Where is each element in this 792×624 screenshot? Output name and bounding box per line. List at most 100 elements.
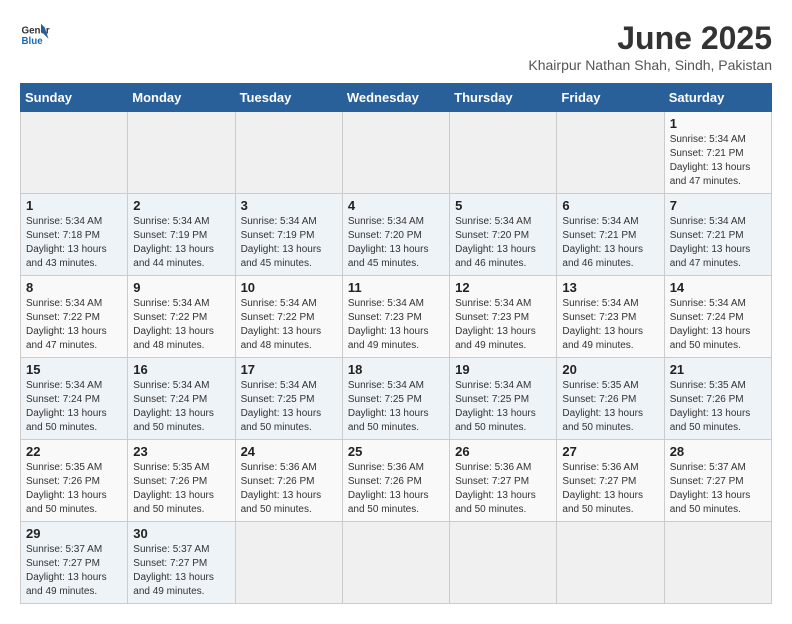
day-number: 18 (348, 362, 444, 377)
day-info: Sunrise: 5:35 AMSunset: 7:26 PMDaylight:… (670, 380, 751, 433)
col-header-sunday: Sunday (21, 84, 128, 112)
header-row: SundayMondayTuesdayWednesdayThursdayFrid… (21, 84, 772, 112)
title-area: June 2025 Khairpur Nathan Shah, Sindh, P… (528, 20, 772, 73)
day-info: Sunrise: 5:34 AMSunset: 7:20 PMDaylight:… (348, 216, 429, 269)
day-number: 30 (133, 526, 229, 541)
day-number: 9 (133, 280, 229, 295)
day-cell: 6 Sunrise: 5:34 AMSunset: 7:21 PMDaylight… (557, 194, 664, 276)
logo: General Blue (20, 20, 52, 50)
day-cell (342, 522, 449, 604)
day-info: Sunrise: 5:34 AMSunset: 7:23 PMDaylight:… (348, 298, 429, 351)
week-row-1: 1 Sunrise: 5:34 AMSunset: 7:18 PMDaylight… (21, 194, 772, 276)
day-cell: 1 Sunrise: 5:34 AMSunset: 7:18 PMDaylight… (21, 194, 128, 276)
day-number: 15 (26, 362, 122, 377)
day-info: Sunrise: 5:36 AMSunset: 7:26 PMDaylight:… (348, 462, 429, 515)
day-cell (557, 112, 664, 194)
day-number: 24 (241, 444, 337, 459)
day-info: Sunrise: 5:35 AMSunset: 7:26 PMDaylight:… (26, 462, 107, 515)
day-cell (664, 522, 771, 604)
day-info: Sunrise: 5:36 AMSunset: 7:27 PMDaylight:… (455, 462, 536, 515)
day-info: Sunrise: 5:34 AMSunset: 7:24 PMDaylight:… (670, 298, 751, 351)
col-header-saturday: Saturday (664, 84, 771, 112)
day-cell: 15 Sunrise: 5:34 AMSunset: 7:24 PMDayligh… (21, 358, 128, 440)
day-number: 17 (241, 362, 337, 377)
day-cell: 26 Sunrise: 5:36 AMSunset: 7:27 PMDayligh… (450, 440, 557, 522)
day-number: 13 (562, 280, 658, 295)
day-info: Sunrise: 5:34 AMSunset: 7:19 PMDaylight:… (133, 216, 214, 269)
day-number: 27 (562, 444, 658, 459)
day-cell: 25 Sunrise: 5:36 AMSunset: 7:26 PMDayligh… (342, 440, 449, 522)
day-number: 22 (26, 444, 122, 459)
day-info: Sunrise: 5:34 AMSunset: 7:24 PMDaylight:… (133, 380, 214, 433)
day-info: Sunrise: 5:34 AMSunset: 7:21 PMDaylight:… (562, 216, 643, 269)
day-cell: 16 Sunrise: 5:34 AMSunset: 7:24 PMDayligh… (128, 358, 235, 440)
day-info: Sunrise: 5:34 AMSunset: 7:21 PMDaylight:… (670, 134, 751, 187)
day-number: 6 (562, 198, 658, 213)
day-info: Sunrise: 5:35 AMSunset: 7:26 PMDaylight:… (562, 380, 643, 433)
week-row-5: 29 Sunrise: 5:37 AMSunset: 7:27 PMDayligh… (21, 522, 772, 604)
day-cell (235, 112, 342, 194)
day-cell (21, 112, 128, 194)
day-cell: 7Sunrise: 5:34 AMSunset: 7:21 PMDaylight… (664, 194, 771, 276)
day-info: Sunrise: 5:37 AMSunset: 7:27 PMDaylight:… (133, 544, 214, 597)
day-info: Sunrise: 5:34 AMSunset: 7:25 PMDaylight:… (455, 380, 536, 433)
day-number: 2 (133, 198, 229, 213)
day-info: Sunrise: 5:34 AMSunset: 7:21 PMDaylight:… (670, 216, 751, 269)
week-row-3: 15 Sunrise: 5:34 AMSunset: 7:24 PMDayligh… (21, 358, 772, 440)
day-number: 29 (26, 526, 122, 541)
day-cell: 13 Sunrise: 5:34 AMSunset: 7:23 PMDayligh… (557, 276, 664, 358)
day-number: 20 (562, 362, 658, 377)
col-header-tuesday: Tuesday (235, 84, 342, 112)
day-info: Sunrise: 5:34 AMSunset: 7:18 PMDaylight:… (26, 216, 107, 269)
day-cell (128, 112, 235, 194)
day-cell: 12Sunrise: 5:34 AMSunset: 7:23 PMDayligh… (450, 276, 557, 358)
day-cell: 20 Sunrise: 5:35 AMSunset: 7:26 PMDayligh… (557, 358, 664, 440)
day-cell (235, 522, 342, 604)
day-number: 3 (241, 198, 337, 213)
day-number: 25 (348, 444, 444, 459)
day-cell: 21 Sunrise: 5:35 AMSunset: 7:26 PMDayligh… (664, 358, 771, 440)
day-number: 28 (670, 444, 766, 459)
col-header-wednesday: Wednesday (342, 84, 449, 112)
day-cell: 28 Sunrise: 5:37 AMSunset: 7:27 PMDayligh… (664, 440, 771, 522)
day-number: 26 (455, 444, 551, 459)
day-number: 10 (241, 280, 337, 295)
day-cell: 2 Sunrise: 5:34 AMSunset: 7:19 PMDaylight… (128, 194, 235, 276)
col-header-monday: Monday (128, 84, 235, 112)
page-header: General Blue June 2025 Khairpur Nathan S… (20, 20, 772, 73)
week-row-2: 8 Sunrise: 5:34 AMSunset: 7:22 PMDaylight… (21, 276, 772, 358)
day-info: Sunrise: 5:34 AMSunset: 7:20 PMDaylight:… (455, 216, 536, 269)
day-number: 4 (348, 198, 444, 213)
day-cell (450, 522, 557, 604)
day-info: Sunrise: 5:34 AMSunset: 7:22 PMDaylight:… (241, 298, 322, 351)
day-number: 12 (455, 280, 551, 295)
day-info: Sunrise: 5:34 AMSunset: 7:22 PMDaylight:… (26, 298, 107, 351)
day-number: 8 (26, 280, 122, 295)
day-cell: 23Sunrise: 5:35 AMSunset: 7:26 PMDayligh… (128, 440, 235, 522)
day-number: 21 (670, 362, 766, 377)
day-cell: 11Sunrise: 5:34 AMSunset: 7:23 PMDayligh… (342, 276, 449, 358)
svg-text:Blue: Blue (22, 36, 44, 47)
logo-icon: General Blue (20, 20, 50, 50)
day-cell: 3Sunrise: 5:34 AMSunset: 7:19 PMDaylight… (235, 194, 342, 276)
day-cell: 10 Sunrise: 5:34 AMSunset: 7:22 PMDayligh… (235, 276, 342, 358)
day-info: Sunrise: 5:34 AMSunset: 7:25 PMDaylight:… (348, 380, 429, 433)
day-info: Sunrise: 5:34 AMSunset: 7:24 PMDaylight:… (26, 380, 107, 433)
week-row-0: 1 Sunrise: 5:34 AMSunset: 7:21 PMDaylight… (21, 112, 772, 194)
day-info: Sunrise: 5:36 AMSunset: 7:26 PMDaylight:… (241, 462, 322, 515)
day-number: 23 (133, 444, 229, 459)
day-info: Sunrise: 5:34 AMSunset: 7:22 PMDaylight:… (133, 298, 214, 351)
day-number: 14 (670, 280, 766, 295)
col-header-friday: Friday (557, 84, 664, 112)
day-number: 1 (670, 116, 766, 131)
week-row-4: 22 Sunrise: 5:35 AMSunset: 7:26 PMDayligh… (21, 440, 772, 522)
day-cell: 27Sunrise: 5:36 AMSunset: 7:27 PMDayligh… (557, 440, 664, 522)
day-info: Sunrise: 5:37 AMSunset: 7:27 PMDaylight:… (670, 462, 751, 515)
day-cell: 14 Sunrise: 5:34 AMSunset: 7:24 PMDayligh… (664, 276, 771, 358)
day-number: 1 (26, 198, 122, 213)
day-info: Sunrise: 5:34 AMSunset: 7:23 PMDaylight:… (562, 298, 643, 351)
day-cell (450, 112, 557, 194)
day-cell: 1 Sunrise: 5:34 AMSunset: 7:21 PMDaylight… (664, 112, 771, 194)
location-title: Khairpur Nathan Shah, Sindh, Pakistan (528, 57, 772, 73)
day-number: 16 (133, 362, 229, 377)
